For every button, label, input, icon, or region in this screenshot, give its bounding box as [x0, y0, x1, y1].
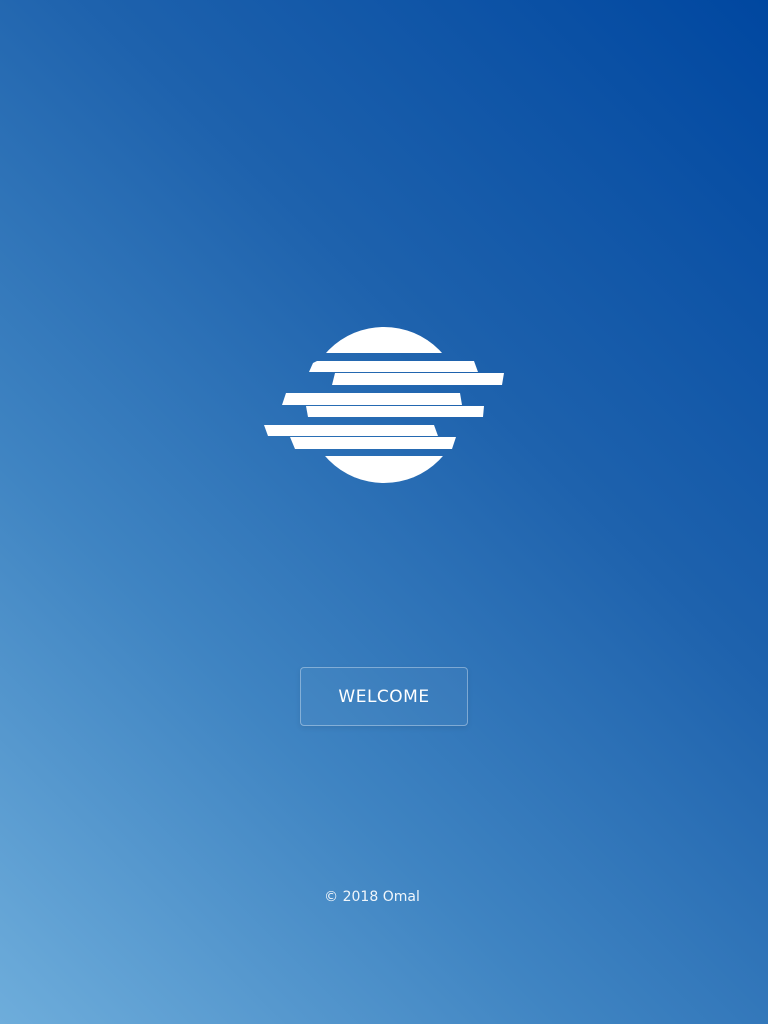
welcome-button[interactable]: WELCOME: [300, 667, 468, 726]
copyright-text: © 2018 Omal: [324, 889, 420, 905]
splash-screen: WELCOME © 2018 Omal: [0, 0, 768, 1024]
welcome-button-label: WELCOME: [338, 686, 430, 707]
striped-sun-logo-icon: [264, 327, 504, 483]
